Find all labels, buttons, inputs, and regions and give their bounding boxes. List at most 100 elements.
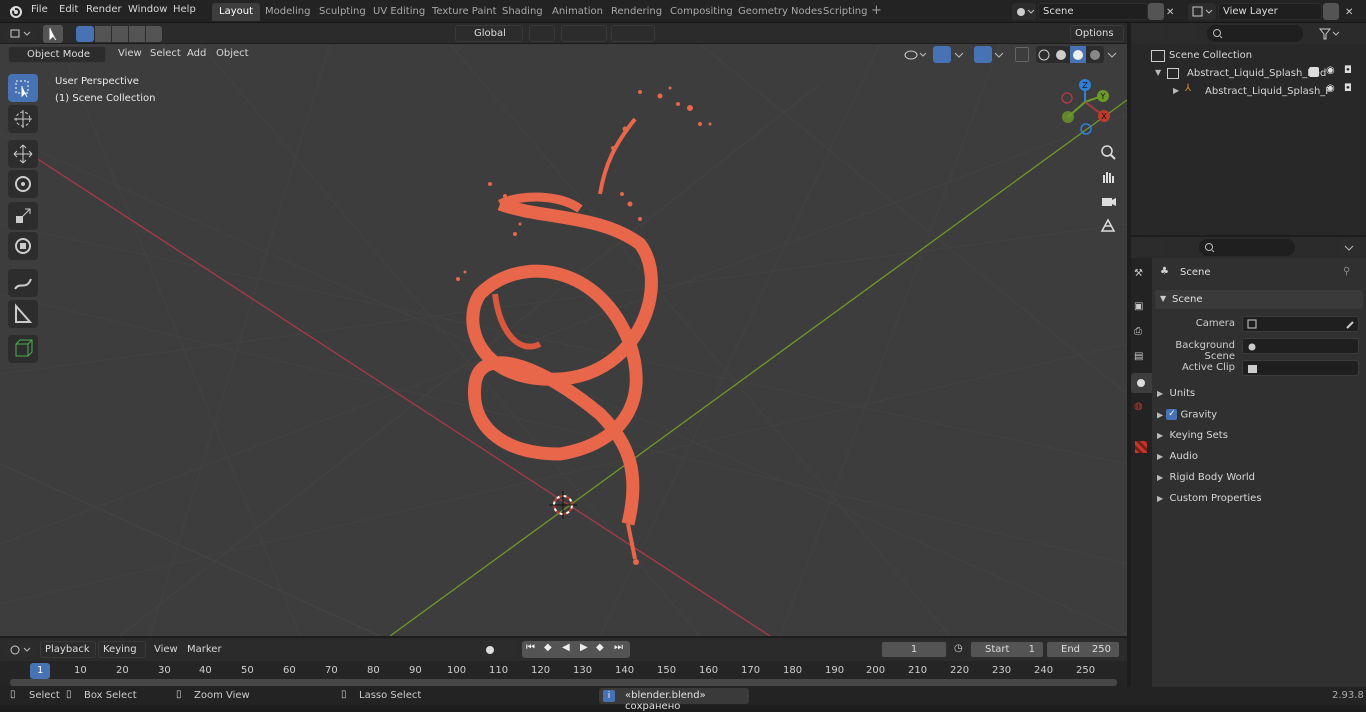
tab-shading[interactable]: Shading bbox=[495, 3, 550, 21]
shading-dropdown-icon[interactable] bbox=[1106, 46, 1118, 63]
select-extend-icon[interactable] bbox=[95, 26, 111, 42]
outliner-item-object[interactable]: Abstract_Liquid_Splash_F bbox=[1205, 86, 1331, 97]
add-cube-tool-icon[interactable] bbox=[8, 335, 38, 363]
gravity-checkbox[interactable]: ✓ bbox=[1166, 409, 1178, 420]
select-subtract-icon[interactable] bbox=[112, 26, 128, 42]
tab-scripting[interactable]: Scripting bbox=[816, 3, 874, 21]
timeline-editor-type-icon[interactable] bbox=[6, 641, 34, 658]
viewport-menu-view[interactable]: View bbox=[118, 48, 142, 59]
auto-keying-icon[interactable] bbox=[481, 641, 515, 658]
menu-file[interactable]: File bbox=[31, 4, 48, 15]
custom-properties-panel[interactable]: ▶ Custom Properties bbox=[1157, 493, 1262, 504]
gizmo-dropdown-icon[interactable] bbox=[953, 46, 965, 63]
hide-in-viewport-icon[interactable]: ◉ bbox=[1326, 65, 1335, 76]
new-collection-icon[interactable] bbox=[1345, 25, 1361, 42]
scene-panel-arrow-icon[interactable]: ▼ bbox=[1160, 294, 1166, 303]
menu-window[interactable]: Window bbox=[128, 4, 167, 15]
proportional-editing-icon[interactable] bbox=[611, 25, 655, 42]
view-layer-tab-icon[interactable]: ▤ bbox=[1134, 351, 1143, 362]
current-frame-field[interactable]: 1 bbox=[881, 641, 947, 658]
expand-arrow-icon[interactable]: ▼ bbox=[1155, 68, 1161, 77]
move-tool-icon[interactable] bbox=[8, 140, 38, 168]
select-box-tool-icon[interactable] bbox=[8, 74, 38, 102]
gizmo-toggle-icon[interactable] bbox=[933, 46, 951, 63]
cursor-tool-icon[interactable] bbox=[8, 105, 38, 133]
outliner-editor-type-icon[interactable] bbox=[1137, 25, 1163, 42]
properties-options-icon[interactable] bbox=[1339, 239, 1359, 256]
tab-rendering[interactable]: Rendering bbox=[604, 3, 669, 21]
jump-end-icon[interactable]: ⏭ bbox=[614, 642, 623, 653]
disable-render-icon[interactable]: ◘ bbox=[1344, 65, 1352, 76]
view-layer-selector-icon[interactable] bbox=[1188, 3, 1216, 20]
editor-type-icon[interactable] bbox=[6, 25, 34, 42]
background-scene-field[interactable] bbox=[1242, 338, 1359, 354]
display-mode-icon[interactable] bbox=[1169, 25, 1195, 42]
properties-search-input[interactable] bbox=[1199, 239, 1295, 256]
preview-range-icon[interactable]: ◷ bbox=[954, 643, 963, 654]
keying-sets-panel[interactable]: ▶ Keying Sets bbox=[1157, 430, 1228, 441]
options-dropdown[interactable]: Options bbox=[1070, 25, 1124, 42]
active-clip-field[interactable] bbox=[1242, 360, 1359, 376]
ortho-view-icon[interactable] bbox=[1097, 215, 1119, 237]
keying-menu[interactable]: Keying bbox=[98, 641, 146, 658]
next-keyframe-icon[interactable]: ◆ bbox=[596, 642, 604, 653]
playback-menu[interactable]: Playback bbox=[40, 641, 96, 658]
tab-geometry-nodes[interactable]: Geometry Nodes bbox=[731, 3, 829, 21]
rotate-tool-icon[interactable] bbox=[8, 170, 38, 198]
output-tab-icon[interactable]: ⎙ bbox=[1134, 326, 1142, 337]
active-tool-icon[interactable] bbox=[43, 25, 63, 43]
transform-orientation-dropdown[interactable]: Global bbox=[455, 25, 523, 42]
navigation-gizmo[interactable]: Z Y X bbox=[1055, 74, 1115, 136]
start-frame-field[interactable]: Start 1 bbox=[970, 641, 1044, 658]
tab-modeling[interactable]: Modeling bbox=[258, 3, 318, 21]
collapse-arrow-icon[interactable]: ▶ bbox=[1173, 86, 1179, 95]
tab-sculpting[interactable]: Sculpting bbox=[312, 3, 373, 21]
menu-edit[interactable]: Edit bbox=[59, 4, 78, 15]
scene-tab-icon[interactable] bbox=[1131, 373, 1152, 393]
render-tab-icon[interactable]: ▣ bbox=[1134, 301, 1143, 312]
tab-compositing[interactable]: Compositing bbox=[663, 3, 740, 21]
3d-viewport[interactable] bbox=[0, 44, 1127, 636]
viewport-menu-object[interactable]: Object bbox=[216, 48, 249, 59]
tab-animation[interactable]: Animation bbox=[545, 3, 610, 21]
new-scene-icon[interactable] bbox=[1148, 3, 1164, 20]
viewport-menu-select[interactable]: Select bbox=[150, 48, 181, 59]
select-new-icon[interactable] bbox=[76, 26, 94, 42]
pivot-point-icon[interactable] bbox=[529, 25, 555, 42]
delete-view-layer-icon[interactable]: ✕ bbox=[1345, 7, 1353, 18]
exclude-checkbox[interactable] bbox=[1309, 67, 1319, 77]
properties-editor-type-icon[interactable] bbox=[1137, 239, 1163, 256]
select-invert-icon[interactable] bbox=[129, 26, 145, 42]
audio-panel[interactable]: ▶ Audio bbox=[1157, 451, 1198, 462]
transform-tool-icon[interactable] bbox=[8, 232, 38, 260]
texture-tab-icon[interactable] bbox=[1135, 441, 1147, 453]
add-workspace-icon[interactable]: + bbox=[871, 3, 882, 18]
xray-toggle-icon[interactable] bbox=[1015, 47, 1029, 62]
blender-logo-icon[interactable] bbox=[8, 4, 22, 18]
jump-start-icon[interactable]: ⏮ bbox=[526, 642, 535, 653]
scene-selector-icon[interactable] bbox=[1012, 3, 1036, 20]
tab-uv-editing[interactable]: UV Editing bbox=[366, 3, 432, 21]
annotate-tool-icon[interactable] bbox=[8, 269, 38, 297]
play-reverse-icon[interactable]: ◀ bbox=[562, 642, 570, 653]
overlays-toggle-icon[interactable] bbox=[974, 46, 992, 63]
play-icon[interactable]: ▶ bbox=[580, 642, 588, 653]
camera-view-icon[interactable] bbox=[1097, 190, 1119, 212]
tab-texture-paint[interactable]: Texture Paint bbox=[425, 3, 504, 21]
object-mode-dropdown[interactable]: Object Mode bbox=[8, 46, 106, 63]
units-panel[interactable]: ▶ Units bbox=[1157, 388, 1195, 399]
delete-scene-icon[interactable]: ✕ bbox=[1166, 7, 1174, 18]
new-view-layer-icon[interactable] bbox=[1323, 3, 1339, 20]
snap-icon[interactable] bbox=[561, 25, 607, 42]
timeline-menu-view[interactable]: View bbox=[154, 644, 178, 655]
world-tab-icon[interactable]: ◍ bbox=[1134, 401, 1143, 412]
measure-tool-icon[interactable] bbox=[8, 300, 38, 328]
prev-keyframe-icon[interactable]: ◆ bbox=[544, 642, 552, 653]
camera-field[interactable] bbox=[1242, 316, 1359, 332]
menu-help[interactable]: Help bbox=[173, 4, 196, 15]
object-render-icon[interactable]: ◘ bbox=[1344, 83, 1352, 94]
select-intersect-icon[interactable] bbox=[146, 26, 162, 42]
scene-name-field[interactable]: Scene bbox=[1038, 3, 1148, 20]
viewport-menu-add[interactable]: Add bbox=[187, 48, 206, 59]
view-layer-name-field[interactable]: View Layer bbox=[1218, 3, 1322, 20]
